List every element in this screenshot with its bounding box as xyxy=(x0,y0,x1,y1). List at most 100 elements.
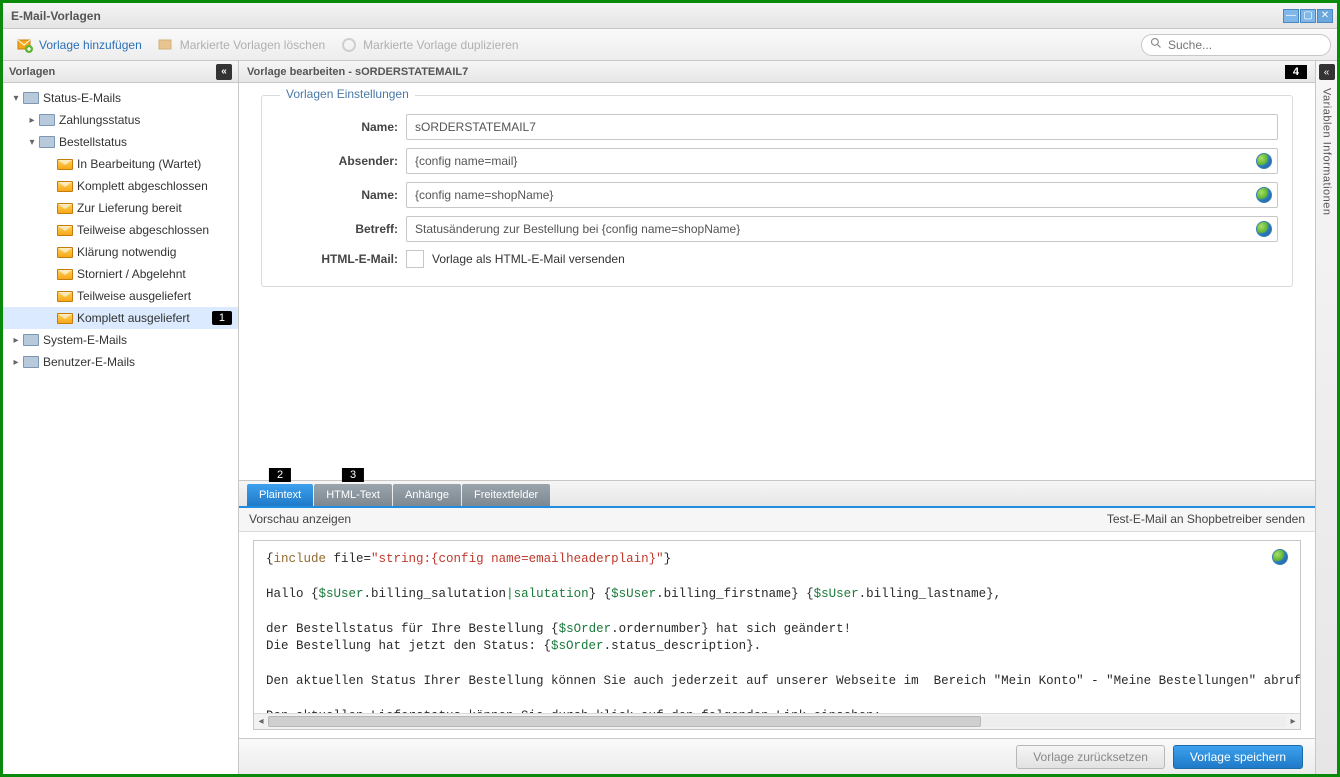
mail-icon xyxy=(57,247,73,258)
label-sender: Absender: xyxy=(276,154,406,168)
rightrail-label: Variablen Informationen xyxy=(1321,88,1333,215)
tree-node-bestellstatus[interactable]: ▾ Bestellstatus xyxy=(3,131,238,153)
search-input[interactable] xyxy=(1168,38,1323,52)
mail-icon xyxy=(57,291,73,302)
folder-icon xyxy=(39,136,55,148)
globe-icon[interactable] xyxy=(1272,549,1288,565)
content-header: Vorlage bearbeiten - sORDERSTATEMAIL7 4 xyxy=(239,61,1315,83)
tab-attachments[interactable]: Anhänge xyxy=(393,484,461,506)
globe-icon[interactable] xyxy=(1256,153,1272,169)
expand-icon: ▸ xyxy=(25,115,39,126)
folder-icon xyxy=(39,114,55,126)
duplicate-icon xyxy=(341,37,357,53)
html-email-desc: Vorlage als HTML-E-Mail versenden xyxy=(432,252,625,266)
add-template-label: Vorlage hinzufügen xyxy=(39,38,142,52)
right-rail: « Variablen Informationen xyxy=(1315,61,1337,774)
tree-label: Teilweise ausgeliefert xyxy=(77,289,238,303)
sidebar-collapse-button[interactable]: « xyxy=(216,64,232,80)
tree-label: Storniert / Abgelehnt xyxy=(77,267,238,281)
reset-button[interactable]: Vorlage zurücksetzen xyxy=(1016,745,1165,769)
folder-icon xyxy=(23,334,39,346)
input-name-value: sORDERSTATEMAIL7 xyxy=(415,120,536,134)
tree-leaf-storniert[interactable]: ·Storniert / Abgelehnt xyxy=(3,263,238,285)
sidebar-title: Vorlagen xyxy=(9,66,55,78)
tree-label: Zahlungsstatus xyxy=(59,113,238,127)
expand-icon: ▸ xyxy=(9,357,23,368)
folder-icon xyxy=(23,92,39,104)
scroll-right-icon[interactable]: ▸ xyxy=(1286,714,1300,729)
preview-link[interactable]: Vorschau anzeigen xyxy=(249,512,351,526)
template-settings-fieldset: Vorlagen Einstellungen Name: sORDERSTATE… xyxy=(261,95,1293,287)
label-name: Name: xyxy=(276,120,406,134)
scroll-thumb[interactable] xyxy=(268,716,981,727)
fieldset-legend: Vorlagen Einstellungen xyxy=(280,87,415,101)
main: Vorlagen « ▾ Status-E-Mails ▸ Zahlungsst… xyxy=(3,61,1337,774)
input-subject-value: Statusänderung zur Bestellung bei {confi… xyxy=(415,222,740,236)
tab-freetext[interactable]: Freitextfelder xyxy=(462,484,550,506)
mail-icon xyxy=(57,313,73,324)
tab-attachments-label: Anhänge xyxy=(405,489,449,501)
tree-node-status-emails[interactable]: ▾ Status-E-Mails xyxy=(3,87,238,109)
tree-leaf-komplett-ausgeliefert[interactable]: ·Komplett ausgeliefert1 xyxy=(3,307,238,329)
input-shopname-value: {config name=shopName} xyxy=(415,188,553,202)
expand-icon: ▾ xyxy=(25,137,39,148)
tree-label: Klärung notwendig xyxy=(77,245,238,259)
tree-leaf-teilweise-abgeschlossen[interactable]: ·Teilweise abgeschlossen xyxy=(3,219,238,241)
checkbox-html-email[interactable] xyxy=(406,250,424,268)
globe-icon[interactable] xyxy=(1256,187,1272,203)
tree-label: Benutzer-E-Mails xyxy=(43,355,238,369)
code-editor[interactable]: {include file="string:{config name=email… xyxy=(253,540,1301,731)
tree-node-system-emails[interactable]: ▸System-E-Mails xyxy=(3,329,238,351)
tree-leaf-in-bearbeitung[interactable]: ·In Bearbeitung (Wartet) xyxy=(3,153,238,175)
minimize-button[interactable]: — xyxy=(1283,9,1299,23)
add-template-button[interactable]: Vorlage hinzufügen xyxy=(9,33,150,57)
expand-icon: ▾ xyxy=(9,93,23,104)
tree-label: Teilweise abgeschlossen xyxy=(77,223,238,237)
mail-icon xyxy=(57,203,73,214)
tab-freetext-label: Freitextfelder xyxy=(474,489,538,501)
tree-leaf-klaerung-notwendig[interactable]: ·Klärung notwendig xyxy=(3,241,238,263)
form-area: Vorlagen Einstellungen Name: sORDERSTATE… xyxy=(239,83,1315,291)
rightrail-expand-button[interactable]: « xyxy=(1319,64,1335,80)
mail-delete-icon xyxy=(158,37,174,53)
globe-icon[interactable] xyxy=(1256,221,1272,237)
scroll-left-icon[interactable]: ◂ xyxy=(254,714,268,729)
sidebar: Vorlagen « ▾ Status-E-Mails ▸ Zahlungsst… xyxy=(3,61,239,774)
mail-add-icon xyxy=(17,37,33,53)
content-badge-4: 4 xyxy=(1285,65,1307,79)
tab-html-text[interactable]: 3 HTML-Text xyxy=(314,484,392,506)
tree-leaf-teilweise-ausgeliefert[interactable]: ·Teilweise ausgeliefert xyxy=(3,285,238,307)
sidebar-header: Vorlagen « xyxy=(3,61,238,83)
label-subject: Betreff: xyxy=(276,222,406,236)
search-icon xyxy=(1150,37,1162,52)
search-box[interactable] xyxy=(1141,34,1331,56)
delete-templates-label: Markierte Vorlagen löschen xyxy=(180,38,325,52)
label-html-email: HTML-E-Mail: xyxy=(276,252,406,266)
editor-tabbar: 2 Plaintext 3 HTML-Text Anhänge Freitext… xyxy=(239,480,1315,508)
input-name[interactable]: sORDERSTATEMAIL7 xyxy=(406,114,1278,140)
mail-icon xyxy=(57,225,73,236)
send-test-mail-link[interactable]: Test-E-Mail an Shopbetreiber senden xyxy=(1107,512,1305,526)
save-button[interactable]: Vorlage speichern xyxy=(1173,745,1303,769)
tree-leaf-komplett-abgeschlossen[interactable]: ·Komplett abgeschlossen xyxy=(3,175,238,197)
tree-leaf-zur-lieferung-bereit[interactable]: ·Zur Lieferung bereit xyxy=(3,197,238,219)
content: Vorlage bearbeiten - sORDERSTATEMAIL7 4 … xyxy=(239,61,1315,774)
input-shopname[interactable]: {config name=shopName} xyxy=(406,182,1278,208)
tree-node-benutzer-emails[interactable]: ▸ Benutzer-E-Mails xyxy=(3,351,238,373)
tab-html-text-label: HTML-Text xyxy=(326,489,380,501)
tree-node-zahlungsstatus[interactable]: ▸ Zahlungsstatus xyxy=(3,109,238,131)
tab-plaintext[interactable]: 2 Plaintext xyxy=(247,484,313,506)
delete-templates-button[interactable]: Markierte Vorlagen löschen xyxy=(150,33,333,57)
input-sender[interactable]: {config name=mail} xyxy=(406,148,1278,174)
tab-badge-3: 3 xyxy=(342,468,364,482)
close-button[interactable]: ✕ xyxy=(1317,9,1333,23)
code-content[interactable]: {include file="string:{config name=email… xyxy=(254,541,1300,714)
tree-label: Status-E-Mails xyxy=(43,91,238,105)
duplicate-template-button[interactable]: Markierte Vorlage duplizieren xyxy=(333,33,526,57)
horizontal-scrollbar[interactable]: ◂ ▸ xyxy=(254,713,1300,729)
editor-subbar: Vorschau anzeigen Test-E-Mail an Shopbet… xyxy=(239,508,1315,532)
input-subject[interactable]: Statusänderung zur Bestellung bei {confi… xyxy=(406,216,1278,242)
tab-plaintext-label: Plaintext xyxy=(259,489,301,501)
window-title: E-Mail-Vorlagen xyxy=(11,9,101,23)
maximize-button[interactable]: ▢ xyxy=(1300,9,1316,23)
